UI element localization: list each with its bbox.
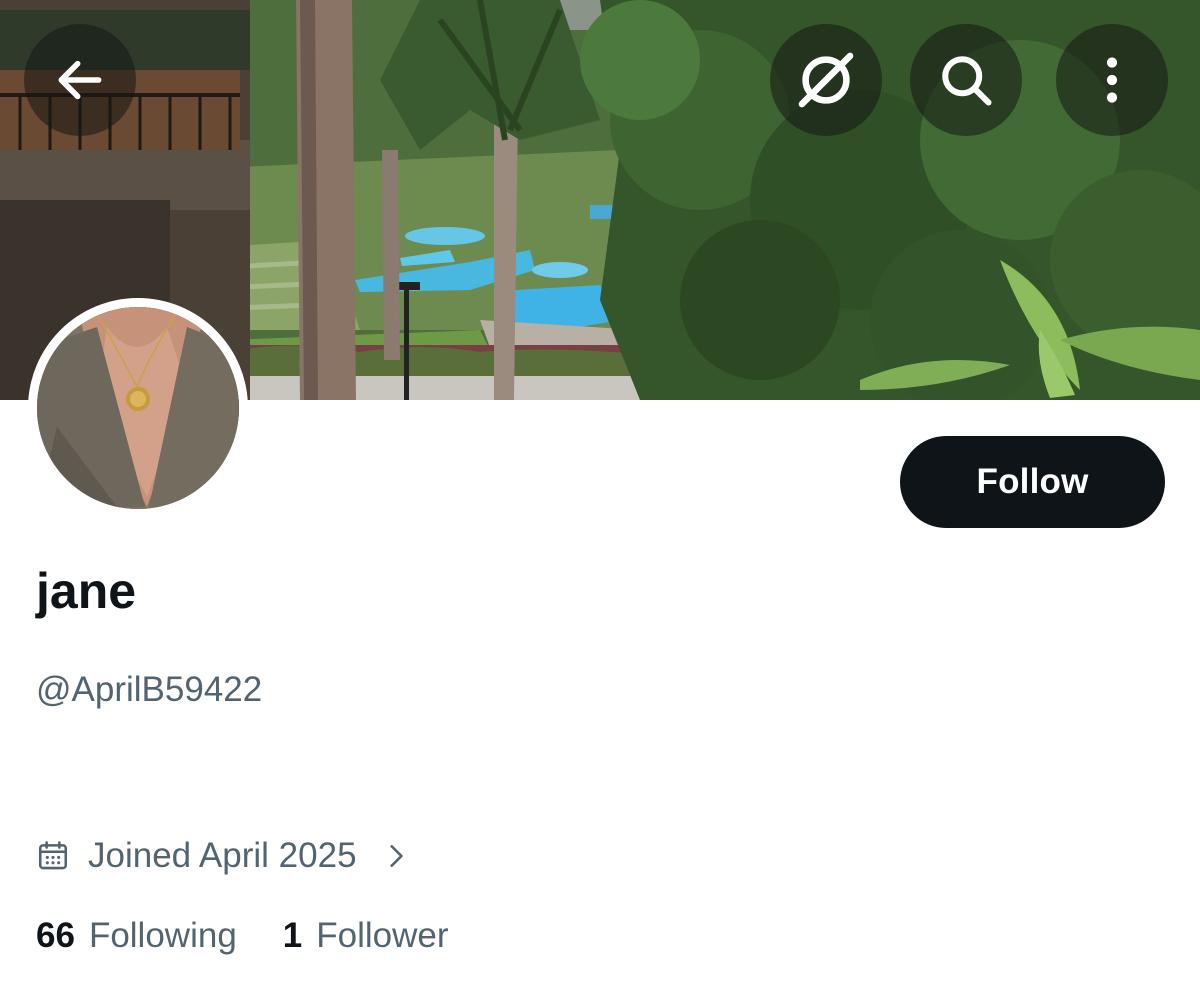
followers-link[interactable]: 1 Follower (283, 916, 449, 956)
arrow-left-icon (58, 60, 102, 100)
following-link[interactable]: 66 Following (36, 916, 237, 956)
more-vertical-icon (1106, 57, 1118, 103)
search-button[interactable] (910, 24, 1022, 136)
following-label: Following (88, 916, 237, 955)
joined-date-text: Joined April 2025 (88, 836, 357, 875)
follow-button[interactable]: Follow (900, 436, 1165, 528)
user-handle: @AprilB59422 (36, 670, 263, 709)
follow-stats: 66 Following 1 Follower (36, 916, 449, 956)
avatar[interactable] (28, 298, 248, 518)
grok-button[interactable] (770, 24, 882, 136)
more-options-button[interactable] (1056, 24, 1168, 136)
back-button[interactable] (24, 24, 136, 136)
grok-slash-icon (798, 52, 854, 108)
followers-count: 1 (282, 916, 303, 955)
followers-label: Follower (316, 916, 449, 955)
chevron-right-icon (389, 844, 403, 868)
profile-page: Follow jane @AprilB59422 Joined April 20… (0, 0, 1200, 984)
following-count: 66 (36, 916, 75, 955)
avatar-image (37, 307, 239, 509)
calendar-icon (38, 841, 68, 870)
display-name: jane (36, 563, 137, 619)
search-icon (942, 56, 992, 106)
joined-date-row[interactable]: Joined April 2025 (36, 834, 409, 878)
